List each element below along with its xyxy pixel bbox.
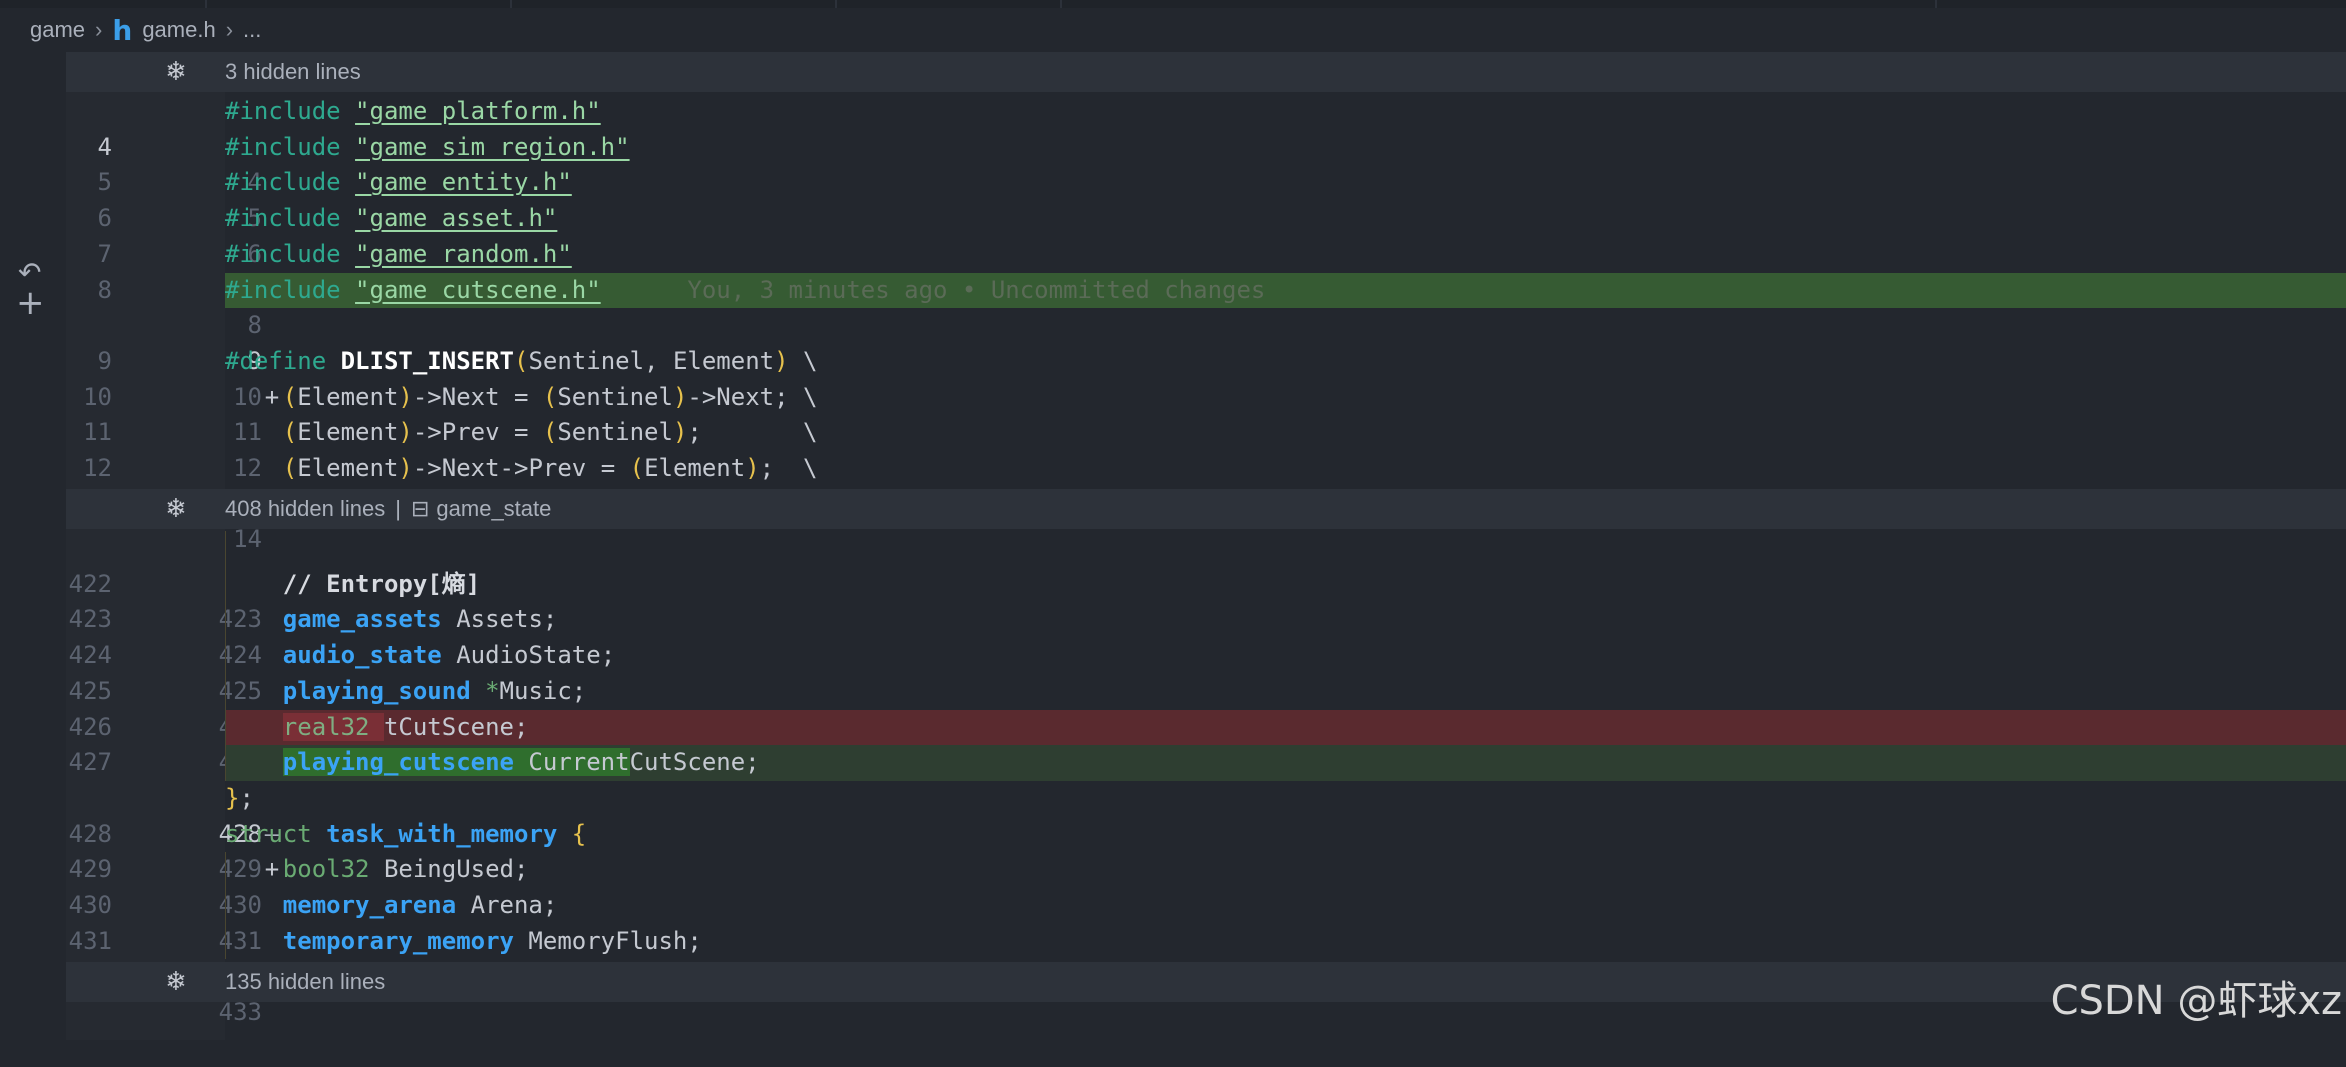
code-text: memory_arena Arena;: [282, 891, 558, 919]
snowflake-icon: ❄: [165, 967, 187, 997]
chevron-right-icon: ›: [95, 17, 103, 42]
code-text: // Entropy[熵]: [282, 569, 481, 598]
git-blame-annotation[interactable]: You, 3 minutes ago • Uncommitted changes: [687, 276, 1265, 304]
hidden-lines-bar[interactable]: ❄ 135 hidden lines: [66, 962, 2346, 1002]
code-text: bool32 BeingUsed;: [282, 855, 529, 884]
code-text: (Element)->Next->Prev = (Element); \: [282, 454, 818, 482]
breadcrumb-symbols[interactable]: ...: [243, 17, 261, 43]
code-text: #include "game_platform.h": [225, 97, 601, 125]
code-text: #define DLIST_INSERT(Sentinel, Element) …: [225, 346, 818, 375]
code-text: (Element)->Next = (Sentinel)->Next; \: [282, 382, 818, 411]
snowflake-icon: ❄: [165, 494, 187, 524]
code-text: #include "game_asset.h": [225, 204, 558, 233]
code-line[interactable]: 422 423: [66, 531, 2346, 634]
code-line[interactable]: 13 14 (Element)->Next->Prev = (Element);…: [66, 451, 2346, 553]
code-line[interactable]: 9 10: [66, 308, 2346, 411]
code-line[interactable]: 8 8 #include "game_random.h": [66, 237, 2346, 339]
code-text: #include "game_sim_region.h": [225, 132, 630, 161]
tab-strip-segment[interactable]: [205, 0, 512, 8]
breadcrumb: game › h game.h › ...: [0, 8, 2346, 52]
snowflake-icon: ❄: [165, 57, 187, 87]
code-line[interactable]: 6 6 #include "game_entity.h": [66, 165, 2346, 267]
tab-strip-segment[interactable]: [510, 0, 837, 8]
code-text: struct task_with_memory {: [225, 819, 587, 848]
hidden-lines-bar[interactable]: ❄ 3 hidden lines: [66, 52, 2346, 92]
struct-icon: ⊟: [410, 497, 437, 522]
breadcrumb-file[interactable]: game.h: [142, 17, 215, 43]
diff-action-bar: [0, 52, 66, 1040]
code-text: #include "game_entity.h": [225, 168, 572, 197]
code-text: #include "game_random.h": [225, 239, 572, 268]
code-line[interactable]: 424 425 game_assets Assets;: [66, 602, 2346, 704]
c-header-file-icon: h: [112, 13, 133, 47]
added-code-line[interactable]: 428 + playing_cutscene CurrentCutScene;: [66, 745, 2346, 883]
code-text: game_assets Assets;: [282, 605, 558, 634]
watermark: CSDN @虾球xz: [2050, 978, 2342, 1024]
code-line[interactable]: 11 12 (Element)->Next = (Sentinel)->Next…: [66, 380, 2346, 482]
tab-strip-segment[interactable]: [0, 0, 207, 8]
indent-guide: [225, 531, 226, 781]
hidden-lines-label: 408 hidden lines | ⊟ game_state: [225, 496, 552, 522]
editor-tabs-strip: [0, 0, 2346, 8]
hidden-lines-label: 3 hidden lines: [225, 59, 361, 84]
code-line[interactable]: 423 424 // Entropy[熵]: [66, 567, 2346, 669]
code-line[interactable]: 10 11 #define DLIST_INSERT(Sentinel, Ele…: [66, 344, 2346, 446]
code-line[interactable]: 5 5 #include "game_sim_region.h": [66, 130, 2346, 232]
code-line[interactable]: 4 4 #include "game_platform.h": [66, 94, 2346, 196]
code-text: real32 tCutScene;: [225, 709, 2346, 746]
code-text: (Element)->Prev = (Sentinel); \: [282, 418, 818, 447]
hidden-lines-bar[interactable]: ❄ 408 hidden lines | ⊟ game_state: [66, 489, 2346, 529]
code-line[interactable]: 430 431 bool32 BeingUsed;: [66, 852, 2346, 954]
code-line[interactable]: 428 429 };: [66, 781, 2346, 883]
code-line[interactable]: 431 432 memory_arena Arena;: [66, 888, 2346, 990]
indent-guide: [225, 852, 226, 959]
code-text: playing_cutscene CurrentCutScene;: [225, 745, 2346, 781]
code-text: audio_state AudioState;: [282, 641, 616, 670]
code-text: };: [225, 783, 254, 812]
code-line[interactable]: 7 7 #include "game_asset.h": [66, 201, 2346, 303]
code-text: #include "game_cutscene.h" You, 3 minute…: [225, 272, 2346, 309]
tab-strip-segment[interactable]: [1440, 0, 1937, 8]
code-text: playing_sound *Music;: [282, 676, 587, 705]
hidden-lines-label: 135 hidden lines: [225, 969, 386, 994]
breadcrumb-folder[interactable]: game: [30, 17, 85, 43]
symbol-name[interactable]: game_state: [436, 496, 551, 521]
added-code-line[interactable]: 9 + #include "game_cutscene.h" You, 3 mi…: [66, 272, 2346, 411]
removed-code-line[interactable]: 427 — real32 tCutScene;: [66, 709, 2346, 848]
code-line[interactable]: 426 427 playing_sound *Music;: [66, 674, 2346, 776]
chevron-right-icon: ›: [225, 17, 234, 42]
plus-icon[interactable]: +: [16, 286, 45, 320]
code-line[interactable]: 12 13 (Element)->Prev = (Sentinel); \: [66, 415, 2346, 517]
code-text: temporary_memory MemoryFlush;: [282, 926, 702, 955]
code-line[interactable]: 425 426 audio_state AudioState;: [66, 638, 2346, 740]
code-line[interactable]: 429 430 struct task_with_memory {: [66, 817, 2346, 919]
tab-strip-segment[interactable]: [835, 0, 1062, 8]
code-line[interactable]: 432 433 temporary_memory MemoryFlush;: [66, 924, 2346, 1026]
